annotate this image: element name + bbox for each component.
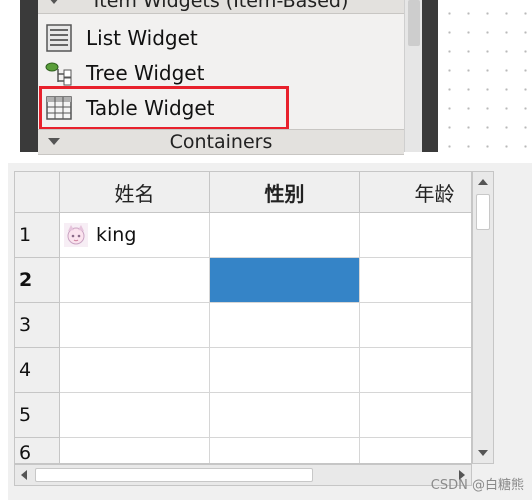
table-cell[interactable] [210,393,360,438]
scroll-up-arrow-icon[interactable] [478,179,488,185]
collapse-arrow-icon [48,0,60,4]
table-cell[interactable] [360,213,471,258]
avatar-icon [64,223,88,247]
table-cell[interactable] [210,348,360,393]
row-header[interactable]: 5 [15,393,60,438]
category-containers[interactable]: Containers [38,129,404,155]
row-header[interactable]: 4 [15,348,60,393]
vertical-scrollbar[interactable] [472,171,494,464]
table-cell[interactable] [60,258,210,303]
category-label: Item Widgets (Item-Based) [93,0,349,12]
column-header[interactable]: 姓名 [60,172,210,213]
table-widget[interactable]: 姓名 性别 年龄 1 king 2 3 4 5 6 [14,171,472,464]
table-cell[interactable] [210,303,360,348]
watermark-text: CSDN @白糖熊 [430,478,524,493]
table-cell[interactable]: king [60,213,210,258]
widget-item-tree[interactable]: Tree Widget [44,56,204,90]
panel-border-left [20,0,38,152]
row-header[interactable]: 3 [15,303,60,348]
collapse-arrow-icon [48,138,60,145]
category-item-widgets[interactable]: Item Widgets (Item-Based) [38,0,404,14]
table-cell[interactable] [360,348,471,393]
widget-box-scroll-thumb[interactable] [408,0,420,46]
column-header[interactable]: 性别 [210,172,360,213]
scroll-down-arrow-icon[interactable] [478,450,488,456]
widget-box-scrollbar[interactable] [404,0,422,152]
horizontal-scroll-thumb[interactable] [35,468,313,482]
table-cell[interactable] [60,438,210,463]
cell-text: king [96,224,137,246]
table-cell[interactable] [210,213,360,258]
panel-border-right [422,0,438,152]
highlight-box [39,86,289,130]
horizontal-scrollbar[interactable] [14,464,472,486]
table-cell[interactable] [60,393,210,438]
table-cell[interactable] [360,393,471,438]
table-cell[interactable] [360,438,471,463]
list-widget-icon [44,23,74,53]
table-cell[interactable] [360,303,471,348]
widget-item-label: Tree Widget [86,61,205,85]
form-canvas-grid [438,0,532,152]
table-cell[interactable] [60,348,210,393]
scroll-left-arrow-icon[interactable] [21,470,27,480]
widget-item-list[interactable]: List Widget [44,21,198,55]
widget-item-label: List Widget [86,26,198,50]
category-label: Containers [169,131,273,153]
corner-button[interactable] [15,172,60,213]
table-cell[interactable] [360,258,471,303]
table-cell[interactable] [60,303,210,348]
column-header[interactable]: 年龄 [360,172,471,213]
table-cell[interactable] [210,438,360,463]
designer-widget-box-area: Item Widgets (Item-Based) List Widget Tr… [0,0,532,155]
vertical-scroll-thumb[interactable] [476,194,490,230]
tree-widget-icon [44,58,74,88]
row-header[interactable]: 2 [15,258,60,303]
table-cell-selected[interactable] [210,258,360,303]
row-header[interactable]: 6 [15,438,60,463]
row-header[interactable]: 1 [15,213,60,258]
